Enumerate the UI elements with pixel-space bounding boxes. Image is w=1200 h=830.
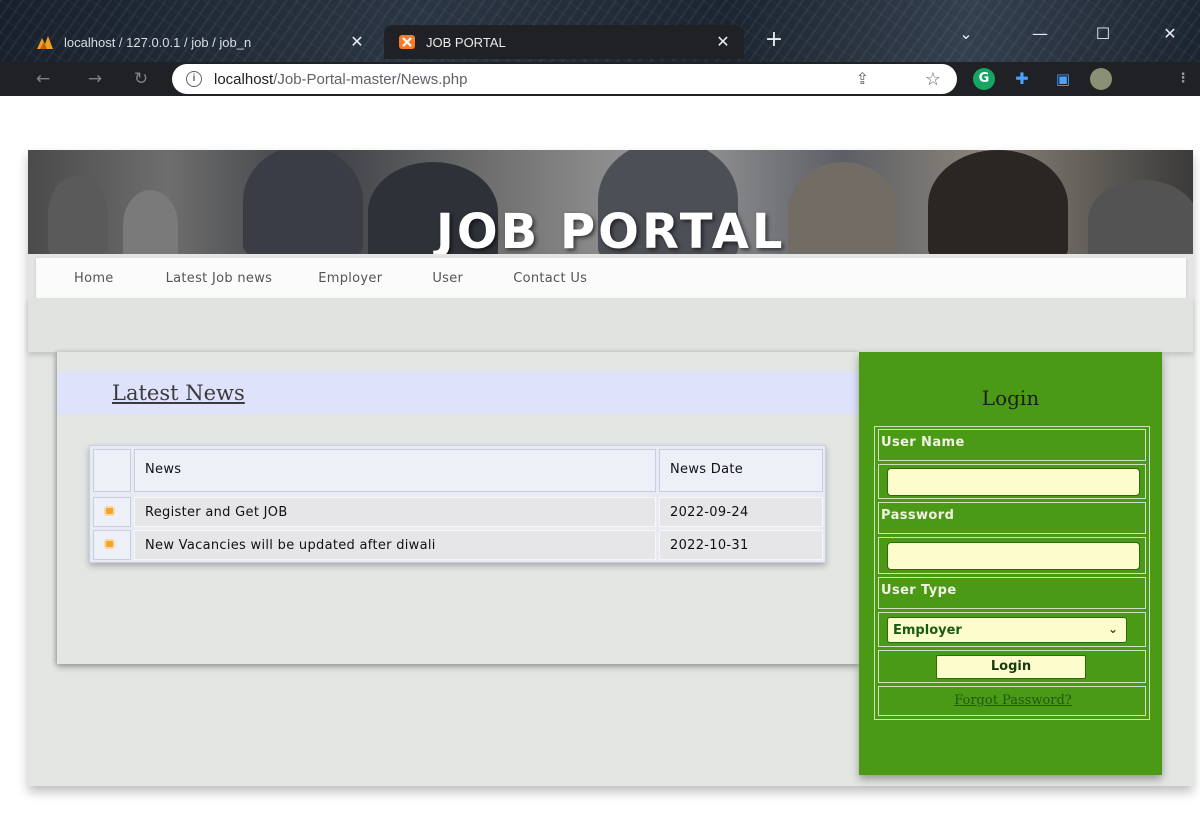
usertype-label: User Type	[881, 583, 957, 598]
site-info-icon[interactable]: i	[186, 71, 202, 87]
tab-job-portal[interactable]: JOB PORTAL ✕	[384, 25, 744, 59]
maximize-icon[interactable]: ☐	[1080, 20, 1126, 48]
row-bullet-cell	[93, 497, 131, 527]
site-title: JOB PORTAL	[436, 204, 786, 254]
close-tab-icon[interactable]: ✕	[346, 32, 368, 52]
table-header-blank	[93, 449, 131, 492]
menu-kebab-icon[interactable]: ⋮	[1172, 68, 1194, 90]
forgot-password-link[interactable]: Forgot Password?	[879, 693, 1147, 708]
nav-employer[interactable]: Employer	[318, 271, 382, 286]
table-header-date: News Date	[659, 449, 823, 492]
submit-row: Login	[878, 650, 1146, 683]
share-icon[interactable]: ⇪	[856, 69, 869, 89]
password-row: Password	[878, 502, 1146, 534]
login-panel: Login User Name Password User Type Emplo…	[859, 352, 1162, 775]
nav-latest-job-news[interactable]: Latest Job news	[166, 271, 273, 286]
usertype-select[interactable]: Employer ⌄	[887, 617, 1127, 643]
tab-title: localhost / 127.0.0.1 / job / job_n	[64, 34, 252, 50]
browser-chrome: localhost / 127.0.0.1 / job / job_n ✕ JO…	[0, 0, 1200, 96]
username-input-row	[878, 464, 1146, 499]
login-title: Login	[981, 386, 1040, 410]
usertype-select-row: Employer ⌄	[878, 612, 1146, 647]
bookmark-star-icon[interactable]: ☆	[925, 69, 941, 90]
tab-title: JOB PORTAL	[426, 34, 506, 50]
minimize-icon[interactable]: —	[1017, 20, 1063, 48]
url-host: localhost	[214, 70, 274, 88]
nav-user[interactable]: User	[432, 271, 463, 286]
table-cell-news: New Vacancies will be updated after diwa…	[134, 530, 656, 560]
side-panel-icon[interactable]: ▣	[1052, 68, 1074, 90]
news-panel: Latest News News News Date Register and …	[57, 352, 859, 664]
password-input[interactable]	[887, 542, 1140, 570]
back-icon[interactable]: ←	[30, 66, 56, 92]
column-header: News Date	[670, 462, 744, 477]
phpmyadmin-icon	[37, 36, 53, 49]
password-input-row	[878, 537, 1146, 574]
table-cell-date: 2022-09-24	[659, 497, 823, 527]
header-banner: JOB PORTAL	[28, 150, 1193, 254]
bullet-icon	[104, 506, 115, 516]
new-tab-icon[interactable]: +	[760, 27, 788, 55]
login-button[interactable]: Login	[936, 655, 1086, 679]
table-cell-date: 2022-10-31	[659, 530, 823, 560]
news-table: News News Date Register and Get JOB 2022…	[89, 445, 826, 563]
latest-news-link[interactable]: Latest News	[112, 381, 245, 405]
close-window-icon[interactable]: ✕	[1147, 20, 1193, 48]
chevron-down-icon: ⌄	[1107, 622, 1118, 636]
nav-contact-us[interactable]: Contact Us	[513, 271, 587, 286]
xampp-icon	[399, 35, 415, 49]
extensions-icon[interactable]: ✚	[1011, 68, 1033, 90]
bullet-icon	[104, 539, 115, 549]
tab-phpmyadmin[interactable]: localhost / 127.0.0.1 / job / job_n ✕	[22, 27, 378, 57]
reload-icon[interactable]: ↻	[128, 66, 154, 92]
tab-search-icon[interactable]: ⌄	[943, 20, 989, 48]
username-label: User Name	[881, 435, 965, 450]
table-header-news: News	[134, 449, 656, 492]
username-row: User Name	[878, 429, 1146, 461]
url-path: /Job-Portal-master/News.php	[273, 70, 468, 88]
column-header: News	[145, 462, 182, 477]
browser-toolbar: ← → ↻ i localhost/Job-Portal-master/News…	[0, 62, 1200, 96]
password-label: Password	[881, 508, 955, 523]
grammarly-icon[interactable]: G	[973, 68, 995, 90]
row-bullet-cell	[93, 530, 131, 560]
sub-header-band	[28, 298, 1193, 352]
table-cell-news: Register and Get JOB	[134, 497, 656, 527]
close-tab-icon[interactable]: ✕	[712, 32, 734, 52]
forgot-row: Forgot Password?	[878, 686, 1146, 716]
news-heading-bar: Latest News	[57, 372, 859, 414]
nav-home[interactable]: Home	[74, 271, 114, 286]
profile-avatar[interactable]	[1090, 68, 1112, 90]
address-bar[interactable]: i localhost/Job-Portal-master/News.php ⇪…	[172, 64, 957, 94]
forward-icon[interactable]: →	[82, 66, 108, 92]
usertype-row: User Type	[878, 577, 1146, 609]
usertype-selected: Employer	[893, 623, 962, 638]
login-form: User Name Password User Type Employer ⌄ …	[874, 426, 1150, 720]
main-nav: Home Latest Job news Employer User Conta…	[36, 258, 1186, 298]
username-input[interactable]	[887, 468, 1140, 496]
